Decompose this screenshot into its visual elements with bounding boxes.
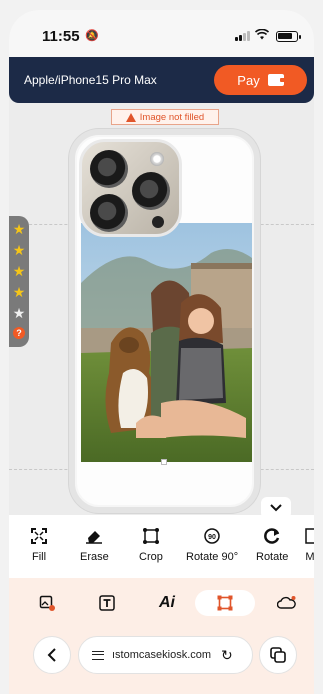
page-menu-icon[interactable] — [92, 650, 104, 660]
status-time: 11:55 — [42, 28, 80, 45]
pay-button[interactable]: Pay — [214, 65, 307, 95]
warning-text: Image not filled — [139, 111, 205, 123]
camera-module — [79, 139, 182, 237]
fill-tool[interactable]: Fill — [30, 527, 48, 563]
camera-lens-icon — [90, 194, 128, 232]
edit-toolbar: Fill Erase Crop 90 Rotate 90° Rotate M — [9, 515, 314, 578]
url-text: ıstomcasekiosk.com — [112, 649, 212, 661]
chevron-down-icon — [270, 504, 282, 512]
wallet-icon — [267, 74, 285, 86]
battery-icon — [276, 31, 301, 42]
star-icon[interactable]: ★ — [13, 262, 26, 280]
cloud-icon — [277, 596, 296, 609]
status-bar: 11:55 🔕 — [9, 10, 314, 58]
phone-case-preview[interactable] — [69, 129, 260, 513]
tool-label: Rotate — [256, 551, 289, 563]
star-icon[interactable]: ★ — [13, 241, 26, 259]
tab-ai[interactable]: Ai — [153, 590, 181, 616]
resize-handle[interactable] — [161, 459, 167, 465]
flash-icon — [150, 152, 164, 166]
phone-model-label: Apple/iPhone15 Pro Max — [24, 73, 157, 87]
tab-cloud[interactable] — [275, 590, 299, 616]
star-icon[interactable]: ★ — [13, 283, 26, 301]
rotate-tool[interactable]: Rotate — [256, 527, 288, 563]
camera-lens-icon — [132, 172, 170, 210]
design-canvas[interactable]: Image not filled ★ ★ ★ ★ ★ ? — [9, 103, 314, 513]
rotate-90-icon: 90 — [203, 527, 221, 545]
star-rating[interactable]: ★ ★ ★ ★ ★ ? — [9, 216, 29, 347]
device-frame: 11:55 🔕 Apple/iPhone15 Pro Max Pay Image… — [0, 0, 323, 694]
image-not-filled-warning: Image not filled — [111, 109, 219, 125]
silent-bell-icon: 🔕 — [85, 30, 99, 42]
ai-icon: Ai — [159, 594, 175, 611]
signal-icon — [235, 31, 250, 41]
tool-label: M — [305, 551, 314, 563]
screen: 11:55 🔕 Apple/iPhone15 Pro Max Pay Image… — [9, 10, 314, 694]
app-header: Apple/iPhone15 Pro Max Pay — [9, 57, 314, 103]
browser-bar: ıstomcasekiosk.com ↻ — [9, 628, 314, 694]
erase-tool[interactable]: Erase — [80, 527, 109, 563]
rotate-icon — [263, 527, 281, 545]
star-empty-icon[interactable]: ★ — [13, 304, 26, 322]
fill-icon — [30, 527, 48, 545]
more-icon — [305, 527, 314, 545]
crop-icon — [142, 527, 160, 545]
pay-label: Pay — [237, 72, 260, 88]
reload-icon[interactable]: ↻ — [221, 647, 233, 664]
star-icon[interactable]: ★ — [13, 220, 26, 238]
uploaded-photo[interactable] — [81, 223, 252, 462]
eraser-icon — [84, 527, 104, 545]
rotate-90-tool[interactable]: 90 Rotate 90° — [186, 527, 238, 563]
crop-tool[interactable]: Crop — [139, 527, 163, 563]
tab-frame[interactable] — [195, 590, 255, 616]
image-icon — [39, 595, 55, 611]
help-icon[interactable]: ? — [13, 327, 25, 339]
more-tool[interactable]: M — [305, 527, 314, 563]
tool-label: Rotate 90° — [186, 551, 239, 563]
tool-label: Fill — [31, 551, 47, 563]
tab-image[interactable] — [35, 590, 59, 616]
svg-text:90: 90 — [208, 534, 216, 541]
frame-icon — [217, 595, 233, 611]
camera-lens-icon — [90, 150, 128, 188]
chevron-left-icon — [47, 648, 56, 662]
address-bar[interactable]: ıstomcasekiosk.com ↻ — [78, 636, 253, 674]
sensor-icon — [152, 216, 164, 228]
tabs-icon — [270, 647, 286, 663]
text-icon — [99, 595, 115, 611]
tab-text[interactable] — [95, 590, 119, 616]
tabs-button[interactable] — [259, 636, 297, 674]
tool-label: Erase — [80, 551, 109, 563]
tool-label: Crop — [139, 551, 163, 563]
warning-icon — [125, 112, 136, 122]
back-button[interactable] — [33, 636, 71, 674]
wifi-icon — [254, 27, 270, 43]
